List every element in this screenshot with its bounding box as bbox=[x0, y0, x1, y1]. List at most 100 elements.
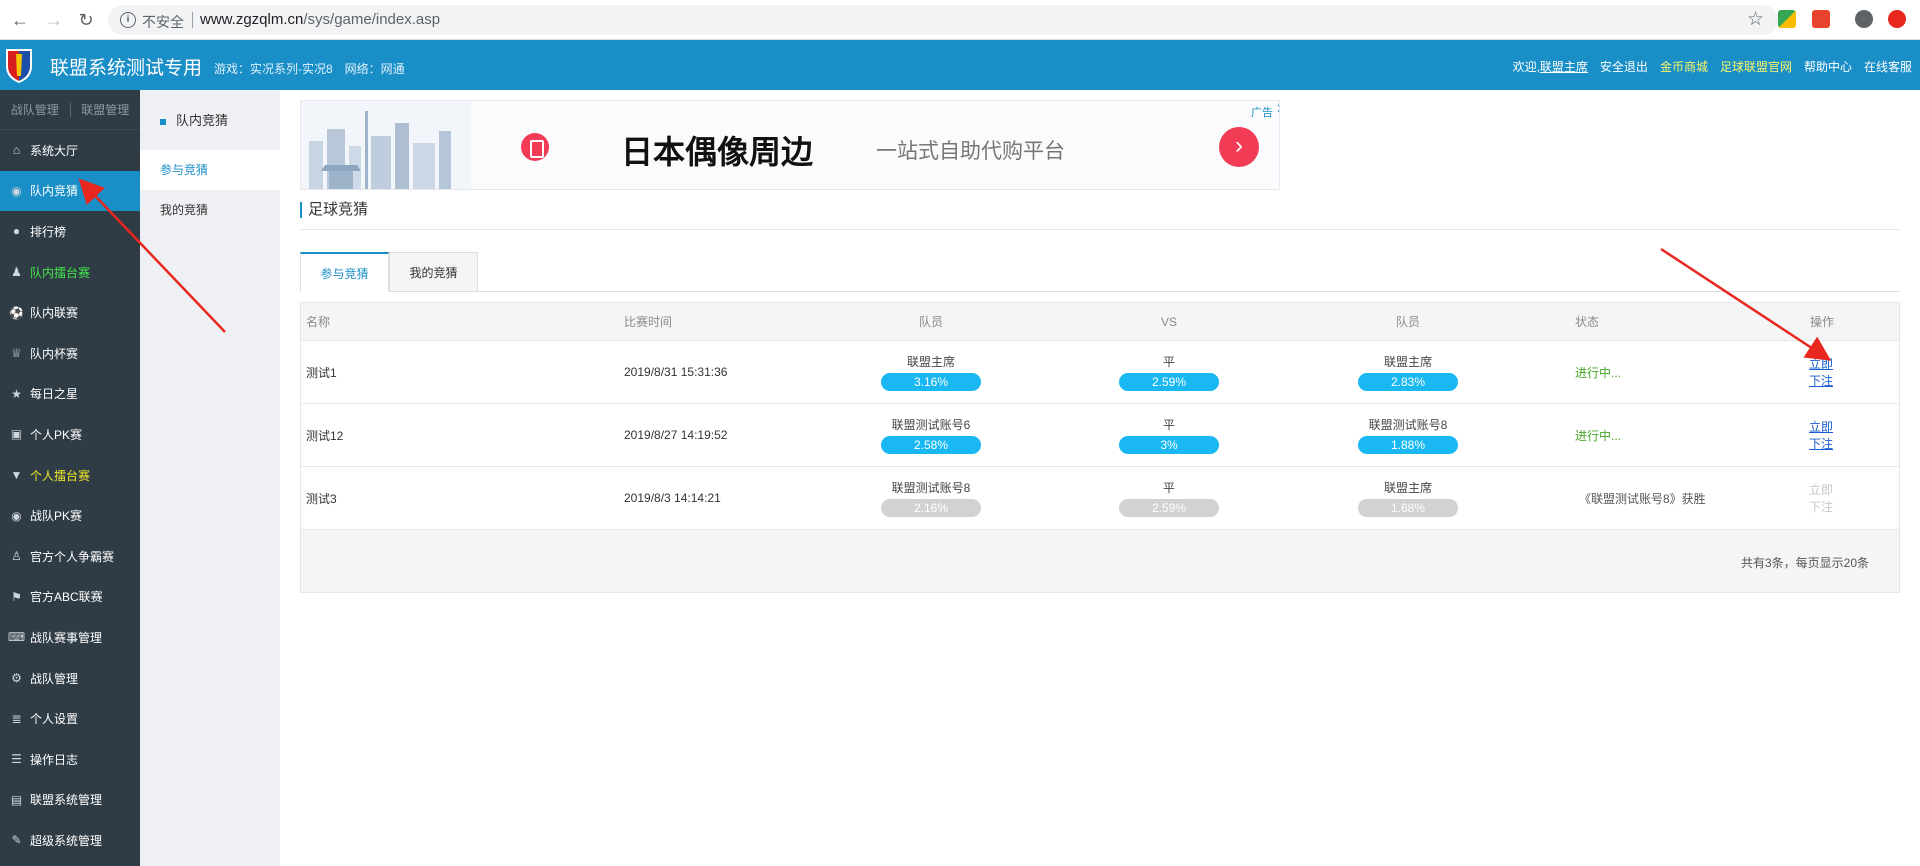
wrench-icon: ✎ bbox=[11, 833, 22, 848]
player2-odds-button[interactable]: 2.83% bbox=[1358, 373, 1458, 391]
player1-odds-button[interactable]: 2.58% bbox=[881, 436, 981, 454]
draw-odds-button[interactable]: 3% bbox=[1119, 436, 1219, 454]
game-info: 游戏：实况系列-实况8 网络：网通 bbox=[214, 62, 405, 76]
bet-now-link[interactable]: 立即下注 bbox=[1809, 418, 1833, 452]
sidebar-item-squad-events[interactable]: ⌨ 战队赛事管理 bbox=[0, 617, 140, 658]
subnav-item-join-guess[interactable]: 参与竞猜 bbox=[140, 150, 280, 190]
help-link[interactable]: 帮助中心 bbox=[1804, 58, 1852, 75]
sidebar-item-ranking[interactable]: ● 排行榜 bbox=[0, 211, 140, 252]
sidebar-item-team-guess[interactable]: ◉ 队内竞猜 bbox=[0, 170, 140, 212]
header-player2: 队员 bbox=[1395, 315, 1420, 329]
main-content: 日本偶像周边 一站式自助代购平台 › 广告 ✕ 足球竞猜 参与竞猜 我的竞猜 名… bbox=[280, 90, 1920, 866]
draw-cell: 平 2.59% bbox=[1119, 341, 1219, 403]
gamepad-icon: ⌨ bbox=[7, 630, 26, 645]
reload-icon[interactable]: ↻ bbox=[74, 8, 98, 32]
extension-icon[interactable] bbox=[1888, 10, 1906, 28]
address-bar[interactable]: i 不安全 www.zgzqlm.cn/sys/game/index.asp ☆ bbox=[108, 5, 1778, 35]
sidebar-item-personal-pk[interactable]: ▣ 个人PK赛 bbox=[0, 414, 140, 455]
row-name: 测试3 bbox=[306, 491, 337, 506]
official-site-link[interactable]: 足球联盟官网 bbox=[1720, 58, 1792, 75]
player2-odds-badge: 1.68% bbox=[1358, 499, 1458, 517]
sidebar-item-label: 官方ABC联赛 bbox=[30, 590, 103, 605]
player1-name: 联盟测试账号6 bbox=[891, 418, 971, 432]
forward-arrow-icon[interactable]: → bbox=[42, 8, 66, 32]
profile-icon[interactable] bbox=[1855, 10, 1873, 28]
flag-icon: ⚑ bbox=[11, 589, 22, 604]
star-icon: ★ bbox=[11, 386, 22, 401]
back-arrow-icon[interactable]: ← bbox=[8, 8, 32, 32]
sidebar-item-team-cup[interactable]: ♕ 队内杯赛 bbox=[0, 333, 140, 374]
player2-name: 联盟主席 bbox=[1383, 481, 1432, 495]
sidebar-item-super-admin[interactable]: ✎ 超级系统管理 bbox=[0, 820, 140, 861]
sidebar-item-lobby[interactable]: ⌂ 系统大厅 bbox=[0, 130, 140, 171]
sidebar-item-squad-manage[interactable]: ⚙ 战队管理 bbox=[0, 658, 140, 699]
status-text: 《联盟测试账号8》获胜 bbox=[1579, 491, 1706, 506]
sidebar-item-label: 每日之星 bbox=[30, 387, 79, 402]
subnav-item-my-guess[interactable]: 我的竞猜 bbox=[140, 190, 280, 230]
sidebar-item-daily-star[interactable]: ★ 每日之星 bbox=[0, 374, 140, 415]
sidebar-item-team-arena[interactable]: ♟ 队内擂台赛 bbox=[0, 252, 140, 293]
support-link[interactable]: 在线客服 bbox=[1864, 58, 1912, 75]
sidebar-item-official-personal[interactable]: ♙ 官方个人争霸赛 bbox=[0, 536, 140, 577]
sidebar-item-personal-settings[interactable]: ≣ 个人设置 bbox=[0, 698, 140, 739]
sidebar-item-label: 战队赛事管理 bbox=[30, 630, 103, 645]
draw-label: 平 bbox=[1162, 355, 1175, 369]
sidebar-item-squad-pk[interactable]: ◉ 战队PK赛 bbox=[0, 495, 140, 536]
draw-label: 平 bbox=[1162, 481, 1175, 495]
row-name: 测试12 bbox=[306, 428, 344, 443]
sidebar-item-team-league[interactable]: ⚽ 队内联赛 bbox=[0, 292, 140, 333]
header-status: 状态 bbox=[1575, 315, 1600, 329]
player1-cell: 联盟测试账号6 2.58% bbox=[881, 404, 981, 466]
extension-icon[interactable] bbox=[1812, 10, 1830, 28]
url-text[interactable]: www.zgzqlm.cn/sys/game/index.asp bbox=[200, 11, 440, 28]
url-path: /sys/game/index.asp bbox=[303, 11, 441, 28]
user-link[interactable]: 联盟主席 bbox=[1540, 60, 1588, 74]
player1-odds-button[interactable]: 3.16% bbox=[881, 373, 981, 391]
chevron-right-icon[interactable]: › bbox=[1219, 127, 1259, 167]
player2-odds-button[interactable]: 1.88% bbox=[1358, 436, 1458, 454]
action-cell: 立即下注 bbox=[1733, 341, 1833, 403]
sidebar-item-personal-arena[interactable]: ▼ 个人擂台赛 bbox=[0, 455, 140, 496]
status-text: 进行中... bbox=[1575, 365, 1622, 380]
log-icon: ☰ bbox=[11, 752, 22, 767]
sidebar-tab-team[interactable]: 战队管理 bbox=[0, 90, 70, 129]
bookmark-star-icon[interactable]: ☆ bbox=[1747, 8, 1764, 31]
draw-cell: 平 2.59% bbox=[1119, 467, 1219, 529]
ad-label: 广告 bbox=[1251, 107, 1273, 119]
city-skyline-image bbox=[301, 101, 471, 189]
player2-cell: 联盟测试账号8 1.88% bbox=[1358, 404, 1458, 466]
sidebar-item-label: 队内联赛 bbox=[30, 306, 79, 321]
bet-now-link[interactable]: 立即下注 bbox=[1809, 355, 1833, 389]
info-icon[interactable]: i bbox=[120, 12, 136, 28]
sidebar-item-label: 联盟系统管理 bbox=[30, 793, 103, 808]
table-footer: 共有3条，每页显示20条 bbox=[301, 530, 1899, 592]
draw-odds-button[interactable]: 2.59% bbox=[1119, 373, 1219, 391]
pagination-summary: 共有3条，每页显示20条 bbox=[1740, 556, 1869, 570]
welcome-text: 欢迎,联盟主席 bbox=[1513, 58, 1588, 75]
header-player1: 队员 bbox=[918, 315, 943, 329]
ad-banner[interactable]: 日本偶像周边 一站式自助代购平台 › 广告 ✕ bbox=[300, 100, 1280, 190]
sidebar-tabs: 战队管理 联盟管理 bbox=[0, 90, 140, 130]
logout-link[interactable]: 安全退出 bbox=[1600, 58, 1648, 75]
header-time: 比赛时间 bbox=[624, 315, 673, 329]
sidebar-item-operation-log[interactable]: ☰ 操作日志 bbox=[0, 739, 140, 780]
guess-tabs: 参与竞猜 我的竞猜 bbox=[300, 252, 1900, 292]
sub-navigation: 队内竞猜 参与竞猜 我的竞猜 bbox=[140, 90, 280, 866]
sidebar-item-label: 个人设置 bbox=[30, 712, 79, 727]
sidebar-item-label: 系统大厅 bbox=[30, 143, 79, 158]
close-icon[interactable]: ✕ bbox=[1276, 101, 1279, 117]
tab-my-guess[interactable]: 我的竞猜 bbox=[389, 252, 478, 292]
ball-icon: ⚽ bbox=[9, 305, 24, 320]
bet-now-disabled: 立即下注 bbox=[1809, 483, 1834, 514]
tab-join-guess[interactable]: 参与竞猜 bbox=[300, 252, 389, 292]
table-header: 名称 比赛时间 队员 VS 队员 状态 操作 bbox=[301, 303, 1899, 341]
sidebar-item-league-admin[interactable]: ▤ 联盟系统管理 bbox=[0, 780, 140, 821]
row-name: 测试1 bbox=[306, 365, 337, 380]
coin-mall-link[interactable]: 金币商城 bbox=[1660, 58, 1708, 75]
sidebar-item-official-abc[interactable]: ⚑ 官方ABC联赛 bbox=[0, 577, 140, 618]
doc-icon: ▤ bbox=[10, 792, 23, 807]
subnav-heading-label: 队内竞猜 bbox=[176, 113, 229, 128]
extension-icon[interactable] bbox=[1778, 10, 1796, 28]
player2-name: 联盟测试账号8 bbox=[1368, 418, 1448, 432]
sidebar-tab-league[interactable]: 联盟管理 bbox=[71, 90, 141, 129]
